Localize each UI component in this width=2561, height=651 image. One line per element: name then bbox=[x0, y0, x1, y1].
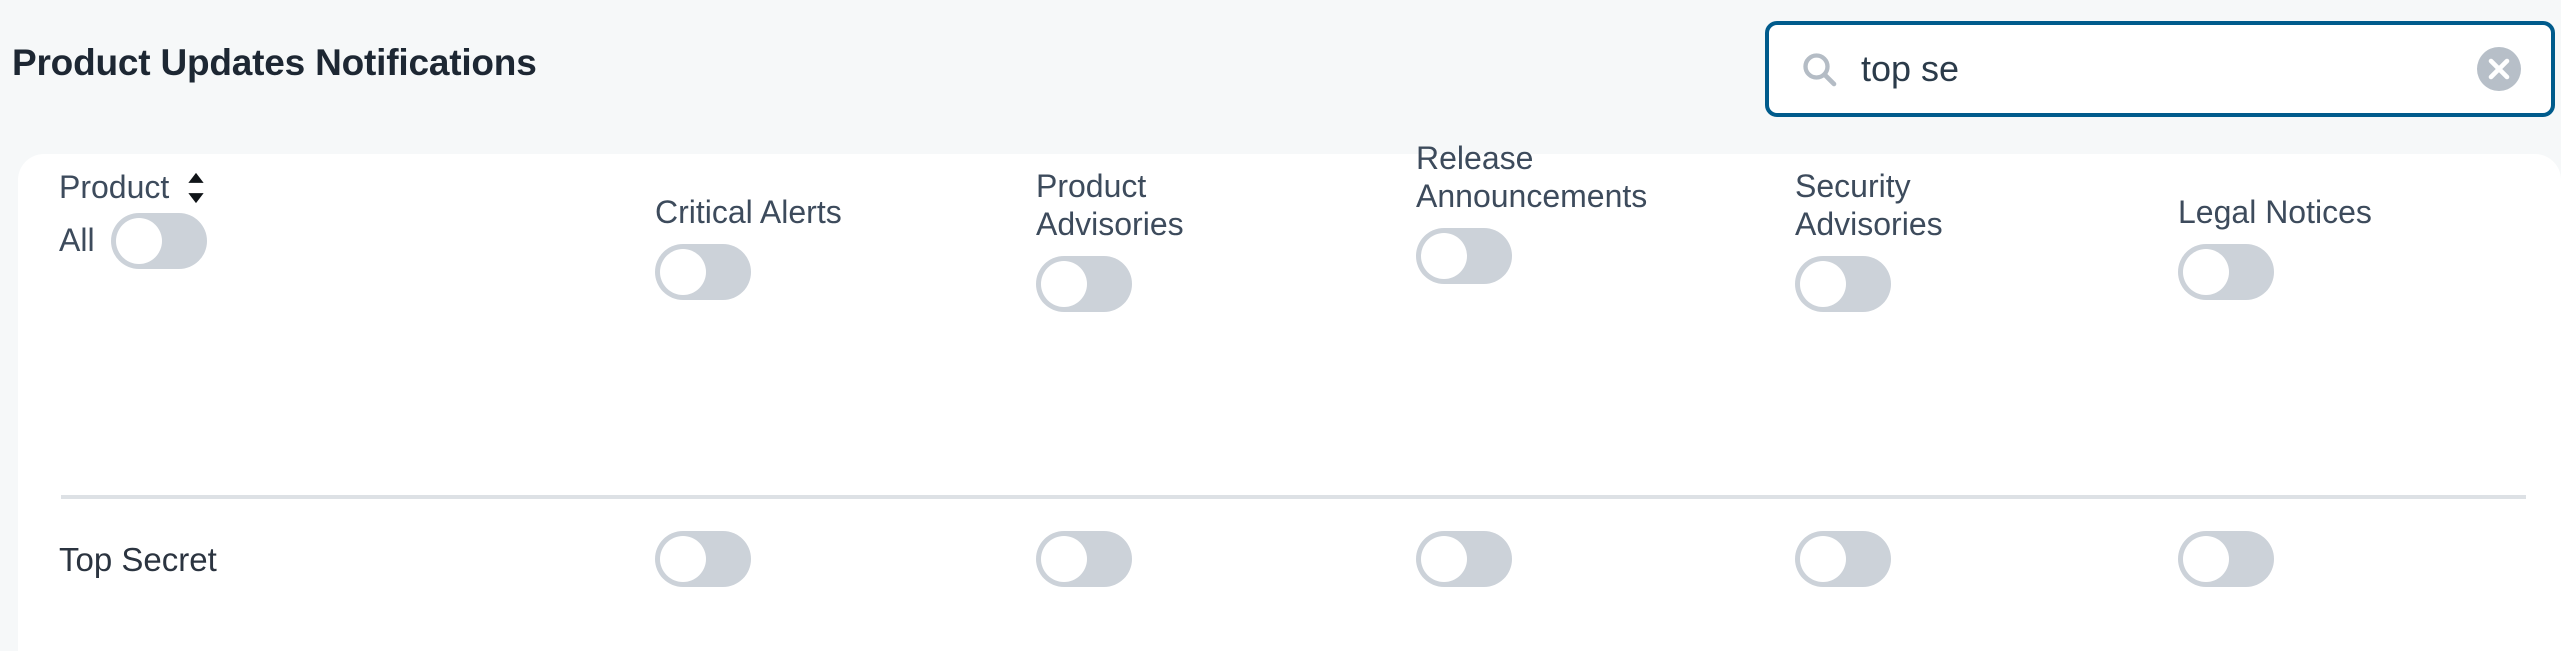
column-header-legal-notices: Legal Notices bbox=[2178, 194, 2478, 305]
page-header: Product Updates Notifications bbox=[0, 0, 2561, 155]
toggle-header-security-advisories[interactable] bbox=[1795, 255, 1891, 312]
column-label: Product Advisories bbox=[1036, 168, 1184, 242]
table-header-row: Product All Critical Alerts Product Advi… bbox=[18, 140, 2561, 495]
column-header-release-announcements: Release Announcements bbox=[1416, 140, 1728, 289]
toggle-knob bbox=[660, 248, 706, 295]
column-label: Critical Alerts bbox=[655, 194, 842, 230]
toggle-knob bbox=[660, 536, 706, 582]
toggle-all[interactable] bbox=[110, 212, 207, 269]
product-column-label: Product bbox=[59, 169, 170, 205]
search-box[interactable] bbox=[1765, 21, 2555, 117]
column-header-product-advisories: Product Advisories bbox=[1036, 168, 1251, 317]
row-product-name: Top Secret bbox=[59, 541, 217, 578]
toggle-knob bbox=[1800, 260, 1846, 307]
toggle-top-secret-legal-notices[interactable] bbox=[2178, 531, 2274, 587]
column-label: Release Announcements bbox=[1416, 140, 1648, 214]
column-label: Legal Notices bbox=[2178, 194, 2372, 230]
toggle-knob bbox=[1041, 260, 1087, 307]
all-label: All bbox=[59, 222, 95, 259]
page-title: Product Updates Notifications bbox=[12, 42, 537, 83]
toggle-knob bbox=[1041, 536, 1087, 582]
toggle-knob bbox=[1800, 536, 1846, 582]
toggle-knob bbox=[1421, 536, 1467, 582]
toggle-knob bbox=[1421, 232, 1467, 279]
toggle-header-critical-alerts[interactable] bbox=[655, 243, 751, 300]
toggle-knob bbox=[2183, 248, 2229, 295]
toggle-header-legal-notices[interactable] bbox=[2178, 243, 2274, 300]
column-label: Security Advisories bbox=[1795, 168, 1943, 242]
search-icon bbox=[1803, 53, 1837, 87]
toggle-header-product-advisories[interactable] bbox=[1036, 255, 1132, 312]
toggle-header-release-announcements[interactable] bbox=[1416, 227, 1512, 284]
notifications-panel: Product All Critical Alerts Product Advi… bbox=[18, 140, 2561, 651]
toggle-top-secret-critical-alerts[interactable] bbox=[655, 531, 751, 587]
column-header-critical-alerts: Critical Alerts bbox=[655, 194, 915, 305]
search-input[interactable] bbox=[1861, 39, 2475, 99]
sort-updown-icon[interactable] bbox=[187, 172, 205, 204]
toggle-knob bbox=[2183, 536, 2229, 582]
toggle-top-secret-release-announcements[interactable] bbox=[1416, 531, 1512, 587]
toggle-knob bbox=[115, 217, 162, 264]
clear-search-button[interactable] bbox=[2475, 45, 2523, 93]
toggle-top-secret-product-advisories[interactable] bbox=[1036, 531, 1132, 587]
clear-circle-icon bbox=[2477, 47, 2521, 91]
toggle-top-secret-security-advisories[interactable] bbox=[1795, 531, 1891, 587]
column-header-security-advisories: Security Advisories bbox=[1795, 168, 2025, 317]
table-row: Top Secret bbox=[18, 499, 2561, 651]
product-column-header: Product All bbox=[59, 169, 349, 269]
